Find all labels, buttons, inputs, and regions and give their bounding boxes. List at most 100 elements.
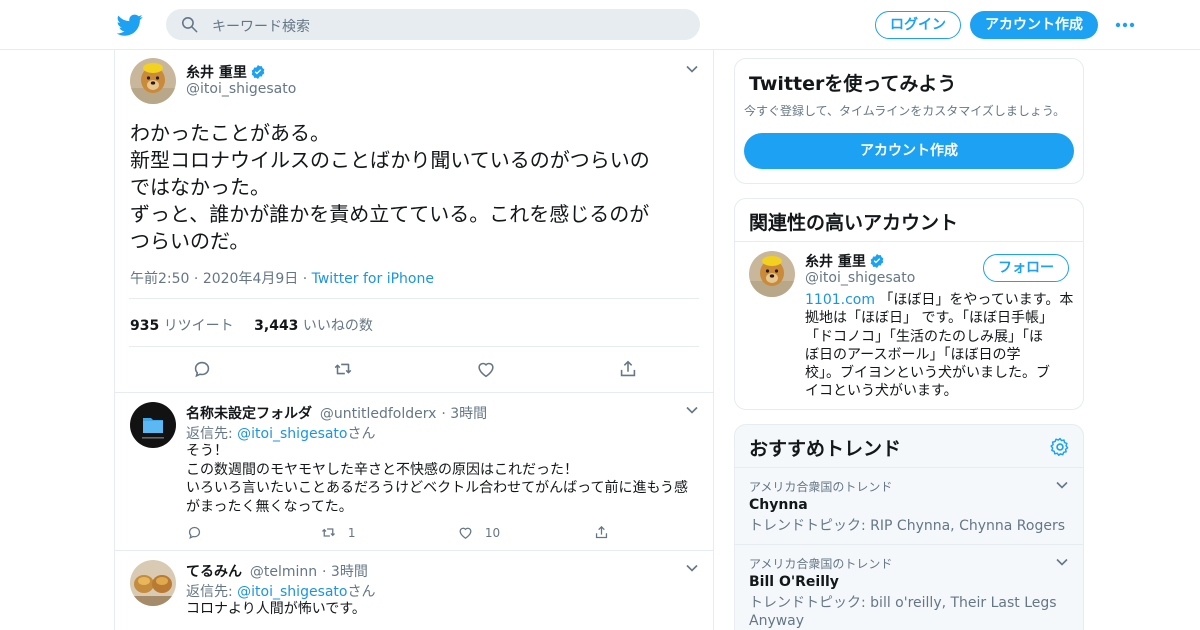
folder-avatar <box>130 402 176 448</box>
related-card-title: 関連性の高いアカウント <box>749 212 959 234</box>
divider <box>735 544 1083 545</box>
share-icon <box>595 525 608 539</box>
reply-author-name: てるみん <box>186 564 242 580</box>
gear-icon[interactable] <box>1049 436 1071 458</box>
tweet-meta: 午前2:50 · 2020年4月9日 · Twitter for iPhone <box>130 271 434 287</box>
retweet-stat[interactable]: 935 リツイート <box>130 318 234 334</box>
avatar[interactable] <box>130 402 176 448</box>
verified-badge-icon <box>251 65 265 79</box>
reply-text: そう！ この数週間のモヤモヤした辛さと不快感の原因はこれだった！ いろいろ言いた… <box>186 442 688 516</box>
follow-button[interactable]: フォロー <box>983 254 1069 282</box>
reply-to-line: 返信先: @itoi_shigesatoさん <box>186 581 376 601</box>
divider <box>129 298 699 299</box>
like-stat[interactable]: 3,443 いいねの数 <box>254 318 373 334</box>
share-icon[interactable] <box>617 358 639 380</box>
tweet-text: わかったことがある。 新型コロナウイルスのことばかり聞いているのがつらいの では… <box>130 120 710 255</box>
related-account-handle[interactable]: @itoi_shigesato <box>805 270 915 286</box>
chevron-down-icon[interactable] <box>685 403 699 417</box>
reply-to-line: 返信先: @itoi_shigesatoさん <box>186 423 376 443</box>
tweet-text-line: わかったことがある。 <box>130 121 330 145</box>
related-account-name-text: 糸井 重里 <box>805 254 866 270</box>
divider <box>115 392 713 393</box>
tweet-text-line: 新型コロナウイルスのことばかり聞いているのがつらいの <box>130 148 650 172</box>
bio-line: 「ドコノコ」「生活のたのしみ展」「ほ <box>805 328 1043 345</box>
reply-time[interactable]: · 3時間 <box>322 564 368 580</box>
verified-badge-icon <box>870 254 884 268</box>
divider <box>735 467 1083 468</box>
tweet-text-line: ずっと、誰かが誰かを責め立てている。これを感じるのが <box>130 202 650 226</box>
author-name-text: 糸井 重里 <box>186 65 247 81</box>
top-navigation-bar: キーワード検索 ログイン アカウント作成 <box>0 0 1200 50</box>
trend-topic: トレンドトピック: bill o'reilly, Their Last Legs <box>749 595 1057 611</box>
dog-photo-avatar <box>749 251 795 297</box>
reply-author[interactable]: 名称未設定フォルダ @untitledfolderx · 3時間 <box>186 403 487 423</box>
signup-button[interactable]: アカウント作成 <box>970 11 1098 39</box>
retweet-count: 935 <box>130 318 160 334</box>
chevron-down-icon[interactable] <box>685 62 699 76</box>
reply-icon <box>188 526 201 539</box>
reply-icon[interactable] <box>191 358 213 380</box>
share-button[interactable] <box>593 524 610 541</box>
trend-topic: Anyway <box>749 613 805 629</box>
reply-time-text: 3時間 <box>330 564 368 580</box>
trends-card: おすすめトレンド アメリカ合衆国のトレンド Chynna トレンドトピック: R… <box>734 424 1084 630</box>
bio-line: イコという犬がいます。 <box>805 383 958 400</box>
reply-time-text: 3時間 <box>450 406 488 422</box>
bio-link[interactable]: 1101.com <box>805 292 875 308</box>
reply-text-line: この数週間のモヤモヤした辛さと不快感の原因はこれだった！ <box>186 461 578 478</box>
trend-topic: トレンドトピック: RIP Chynna, Chynna Rogers <box>749 518 1065 534</box>
bio-text: 「ほぼ日」をやっています。本 <box>874 292 1074 308</box>
retweet-button[interactable]: 1 <box>320 524 355 541</box>
food-photo-avatar <box>130 560 176 606</box>
reply-text-line: いろいろ言いたいことあるだろうけどベクトル合わせてがんばって前に進もう感 <box>186 480 689 496</box>
author-name[interactable]: 糸井 重里 <box>186 62 266 82</box>
tweet-date[interactable]: 2020年4月9日 <box>203 271 298 287</box>
bio-line: 校」。ブイヨンという犬がいました。ブ <box>805 365 1050 382</box>
like-button[interactable]: 10 <box>457 524 500 541</box>
bio-line: 拠地は「ほぼ日」 です。「ほぼ日手帳」 <box>805 310 1054 327</box>
search-box[interactable]: キーワード検索 <box>166 9 700 40</box>
reply-author-name: 名称未設定フォルダ <box>186 406 312 422</box>
reply-text-line: コロナより人間が怖いです。 <box>186 601 366 617</box>
like-count: 10 <box>484 526 501 540</box>
reply-to-link[interactable]: @itoi_shigesato <box>237 426 347 442</box>
author-handle[interactable]: @itoi_shigesato <box>186 81 296 97</box>
reply-to-prefix: 返信先: <box>186 426 238 442</box>
like-count: 3,443 <box>254 318 299 334</box>
chevron-down-icon[interactable] <box>685 561 699 575</box>
twitter-bird-icon[interactable] <box>117 12 143 38</box>
reply-author[interactable]: てるみん @telminn · 3時間 <box>186 561 368 581</box>
related-accounts-card: 関連性の高いアカウント 糸井 重里 @itoi_shigesato フォロー 1… <box>734 198 1084 410</box>
tweet-source-link[interactable]: Twitter for iPhone <box>312 271 434 287</box>
related-account-name[interactable]: 糸井 重里 <box>805 251 885 271</box>
avatar[interactable] <box>749 251 795 297</box>
chevron-down-icon[interactable] <box>1055 555 1069 569</box>
retweet-count: 1 <box>347 526 356 540</box>
reply-author-handle: @untitledfolderx <box>319 406 437 422</box>
chevron-down-icon[interactable] <box>1055 478 1069 492</box>
search-icon <box>181 16 198 33</box>
reply-to-suffix: さん <box>347 426 376 442</box>
retweet-icon <box>322 528 335 537</box>
signup-card-button[interactable]: アカウント作成 <box>744 133 1074 169</box>
reply-to-suffix: さん <box>347 584 376 600</box>
related-account-bio: 1101.com 「ほぼ日」をやっています。本 拠地は「ほぼ日」 です。「ほぼ日… <box>805 291 1073 401</box>
avatar[interactable] <box>130 560 176 606</box>
trend-name: Bill O'Reilly <box>749 574 839 590</box>
trend-name: Chynna <box>749 497 808 513</box>
divider <box>115 550 713 551</box>
avatar[interactable] <box>130 58 176 104</box>
trends-card-title: おすすめトレンド <box>749 438 902 460</box>
login-button[interactable]: ログイン <box>875 11 961 39</box>
reply-time[interactable]: · 3時間 <box>441 406 487 422</box>
search-input[interactable]: キーワード検索 <box>212 16 310 36</box>
reply-button[interactable] <box>186 524 203 541</box>
reply-to-link[interactable]: @itoi_shigesato <box>237 584 347 600</box>
retweet-icon[interactable] <box>332 358 354 380</box>
like-heart-icon[interactable] <box>475 358 497 380</box>
divider <box>735 241 1083 242</box>
like-label: いいねの数 <box>302 318 373 334</box>
reply-text-line: そう！ <box>186 443 228 459</box>
tweet-time[interactable]: 午前2:50 <box>130 271 189 287</box>
more-dots-icon[interactable] <box>1114 16 1136 34</box>
